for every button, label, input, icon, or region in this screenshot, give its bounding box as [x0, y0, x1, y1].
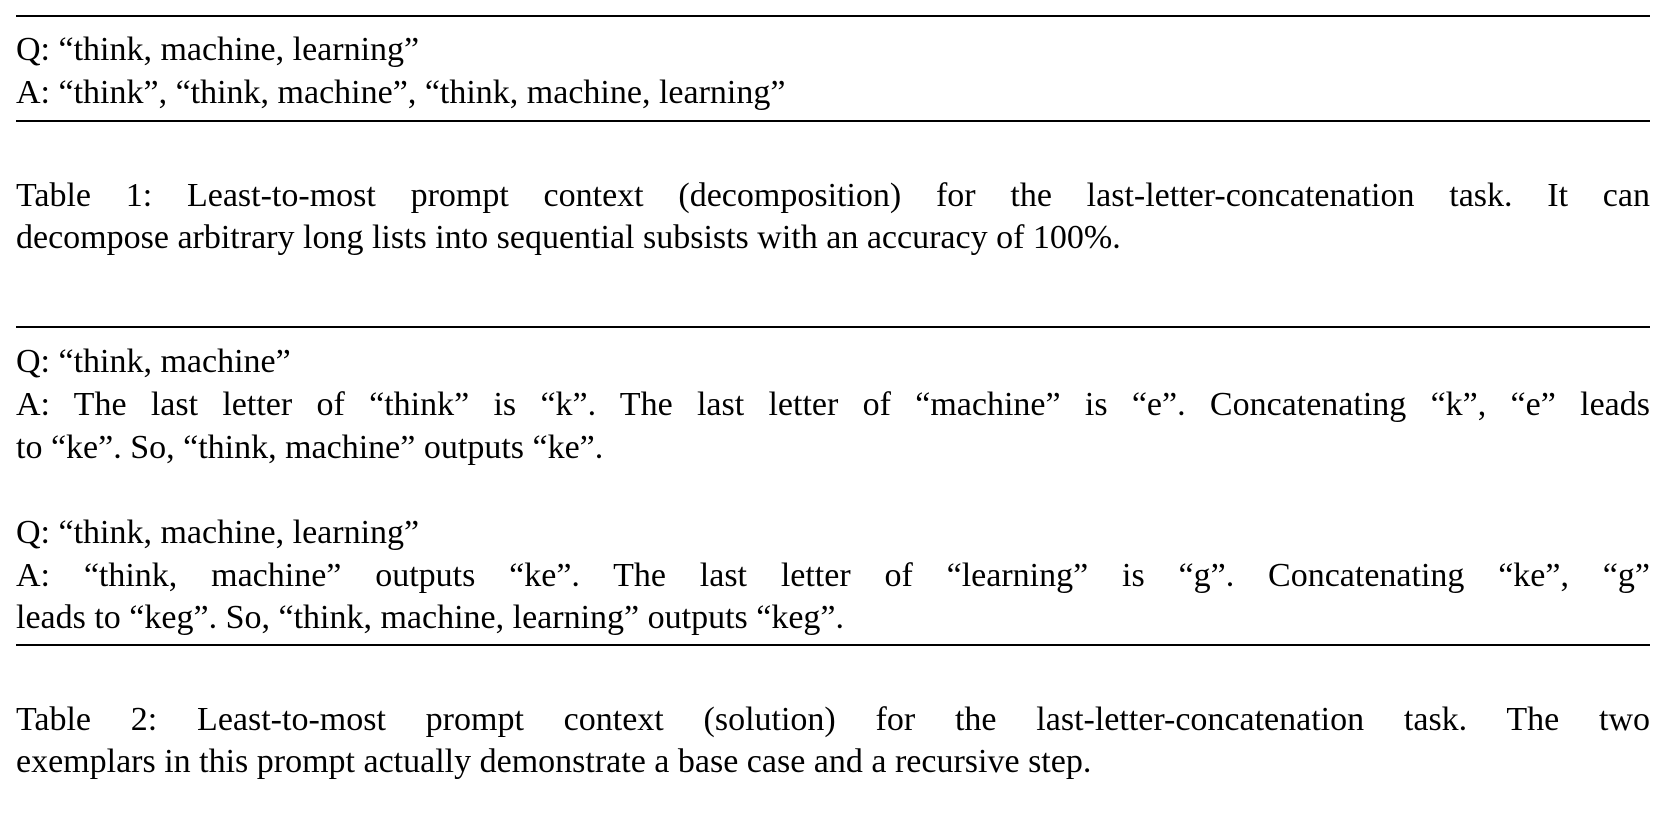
- table2-exemplar2-answer-line-1: A: “think, machine” outputs “ke”. The la…: [16, 557, 1650, 594]
- table2-exemplar1-question: Q: “think, machine”: [16, 343, 291, 380]
- table1-top-rule: [16, 15, 1650, 17]
- table2-exemplar1-answer-line-2: to “ke”. So, “think, machine” outputs “k…: [16, 429, 604, 466]
- table1-bottom-rule: [16, 120, 1650, 122]
- table1-caption-line-1: Table 1: Least-to-most prompt context (d…: [16, 177, 1650, 214]
- table2-top-rule: [16, 326, 1650, 328]
- table2-exemplar2-question: Q: “think, machine, learning”: [16, 514, 420, 551]
- table1-caption-line-2: decompose arbitrary long lists into sequ…: [16, 219, 1121, 256]
- table1-question: Q: “think, machine, learning”: [16, 31, 420, 68]
- table2-exemplar1-answer-line-1: A: The last letter of “think” is “k”. Th…: [16, 386, 1650, 423]
- table2-bottom-rule: [16, 644, 1650, 646]
- table1-answer: A: “think”, “think, machine”, “think, ma…: [16, 74, 786, 111]
- table2-caption-line-2: exemplars in this prompt actually demons…: [16, 743, 1092, 780]
- table2-caption-line-1: Table 2: Least-to-most prompt context (s…: [16, 701, 1650, 738]
- table2-exemplar2-answer-line-2: leads to “keg”. So, “think, machine, lea…: [16, 599, 845, 636]
